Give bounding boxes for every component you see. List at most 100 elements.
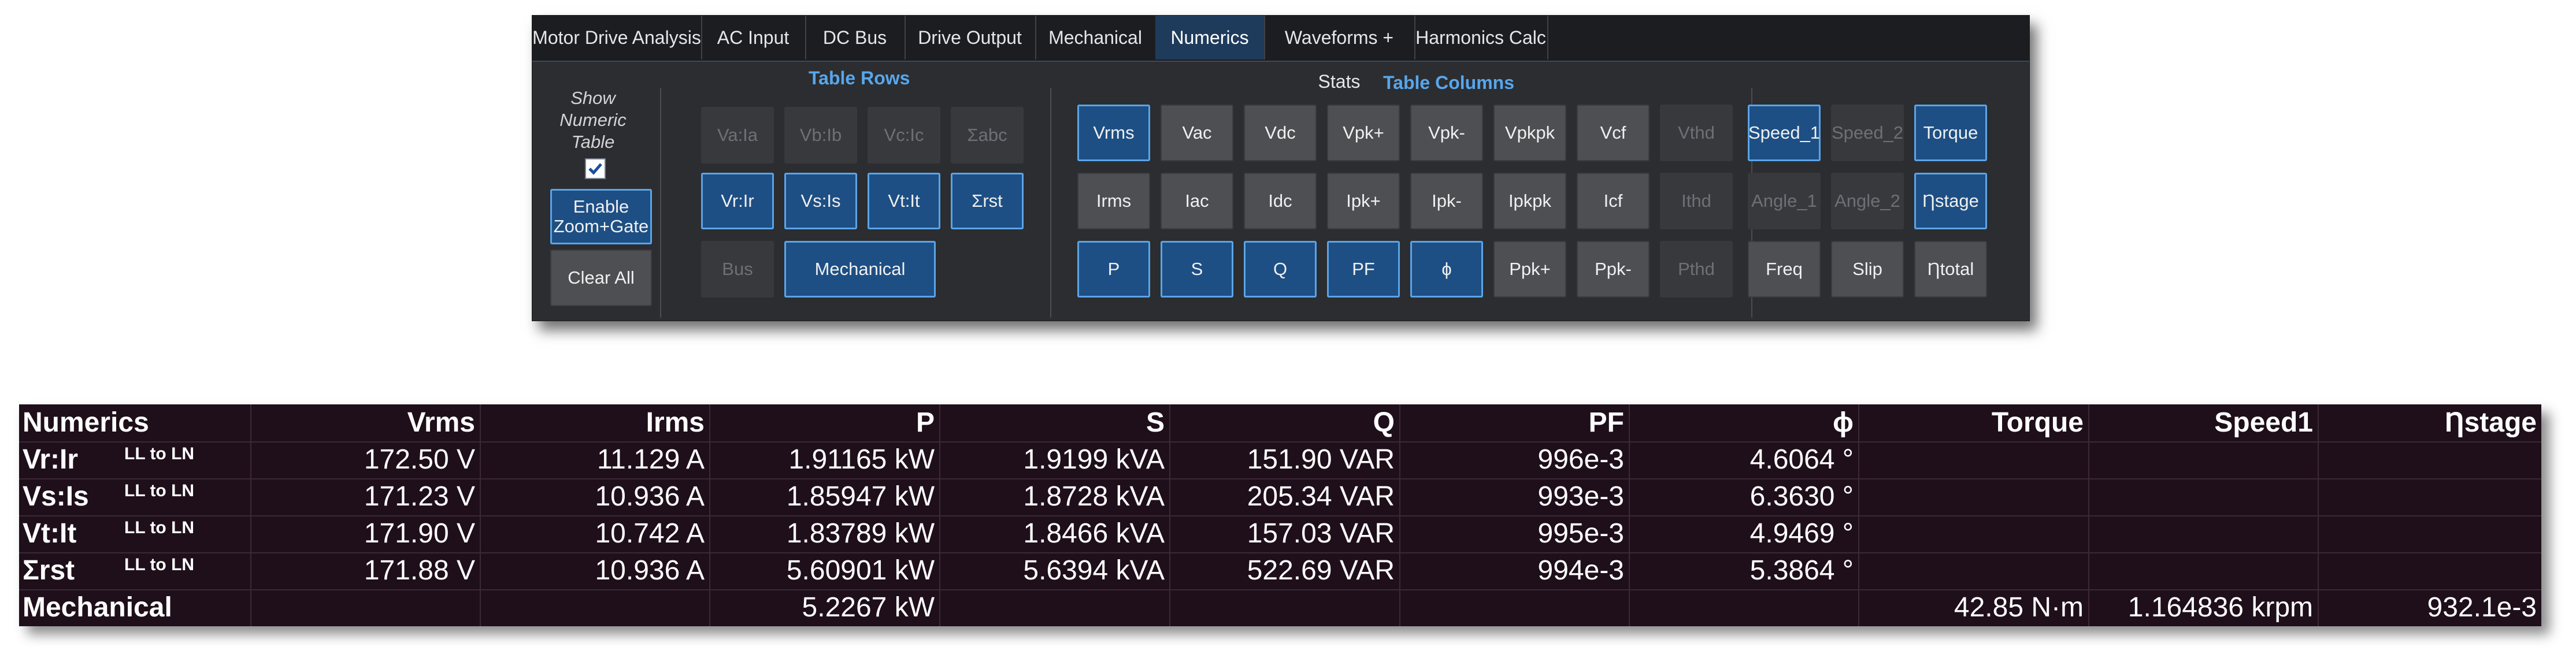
col-vcf-button[interactable]: Vcf — [1577, 105, 1650, 161]
table-cell — [1169, 589, 1399, 626]
table-cell: 157.03 VAR — [1247, 518, 1395, 549]
col-pf-button[interactable]: PF — [1327, 241, 1400, 298]
table-cell: 5.2267 kW — [802, 592, 935, 623]
table-cell: 5.60901 kW — [786, 555, 935, 586]
col-vthd-button[interactable]: Vthd — [1660, 105, 1733, 161]
table-row-label: Mechanical — [23, 589, 248, 626]
table-header-cell: ϕ — [1833, 407, 1854, 438]
tab-mechanical[interactable]: Mechanical — [1035, 16, 1157, 60]
col-angle-2-button[interactable]: Angle_2 — [1831, 173, 1904, 229]
table-cell: 42.85 N·m — [1954, 592, 2084, 623]
row-mechanical-button[interactable]: Mechanical — [784, 241, 936, 298]
tab-drive-output[interactable]: Drive Output — [905, 16, 1036, 60]
col-p-button[interactable]: P — [1077, 241, 1150, 298]
table-cell — [2318, 478, 2541, 515]
col-s-button[interactable]: S — [1161, 241, 1233, 298]
row-vr-ir-button[interactable]: Vr:Ir — [701, 173, 774, 229]
col-vrms-button[interactable]: Vrms — [1077, 105, 1150, 161]
show-numeric-label-3: Table — [571, 132, 615, 152]
table-cell — [480, 589, 709, 626]
numerics-control-panel: Motor Drive Analysis AC Input DC Bus Dri… — [532, 15, 2030, 321]
col-eta-total-button[interactable]: Ƞtotal — [1914, 241, 1987, 298]
col-q-button[interactable]: Q — [1244, 241, 1317, 298]
col-iac-button[interactable]: Iac — [1161, 173, 1233, 229]
tab-dc-bus[interactable]: DC Bus — [805, 16, 906, 60]
col-phi-button[interactable]: ϕ — [1410, 241, 1483, 298]
table-cell: 4.6064 ° — [1750, 444, 1854, 475]
divider-middle — [1050, 88, 1051, 318]
tab-motor-drive-analysis[interactable]: Motor Drive Analysis — [532, 16, 702, 60]
table-cell: 6.3630 ° — [1750, 481, 1854, 512]
col-icf-button[interactable]: Icf — [1577, 173, 1650, 229]
col-eta-stage-button[interactable]: Ƞstage — [1914, 173, 1987, 229]
col-vac-button[interactable]: Vac — [1161, 105, 1233, 161]
row-vs-is-button[interactable]: Vs:Is — [784, 173, 857, 229]
row-vt-it-button[interactable]: Vt:It — [868, 173, 940, 229]
tab-harmonics-calc[interactable]: Harmonics Calc — [1414, 16, 1548, 60]
table-cell: 5.6394 kVA — [1023, 555, 1165, 586]
table-cell — [2318, 515, 2541, 552]
show-numeric-table-checkbox[interactable] — [585, 158, 606, 179]
table-header-cell: PF — [1588, 407, 1624, 438]
tab-ac-input[interactable]: AC Input — [701, 16, 806, 60]
table-rows-title: Table Rows — [809, 68, 910, 88]
col-ipk-plus-button[interactable]: Ipk+ — [1327, 173, 1400, 229]
table-cell: 1.8728 kVA — [1023, 481, 1165, 512]
table-row-sublabel: LL to LN — [124, 518, 195, 537]
tab-waveforms-stats[interactable]: Waveforms + Stats — [1264, 16, 1415, 92]
table-cell — [2318, 441, 2541, 478]
col-idc-button[interactable]: Idc — [1244, 173, 1317, 229]
table-cell — [1629, 589, 1858, 626]
table-row-sublabel: LL to LN — [124, 481, 195, 500]
row-vb-ib-button[interactable]: Vb:Ib — [784, 107, 857, 163]
table-row-label-text: Vr:Ir — [23, 444, 79, 475]
tab-numerics[interactable]: Numerics — [1155, 16, 1265, 60]
col-slip-button[interactable]: Slip — [1831, 241, 1904, 298]
col-ppk-minus-button[interactable]: Ppk- — [1577, 241, 1650, 298]
table-cell — [1858, 441, 2088, 478]
checkmark-icon — [588, 163, 602, 175]
row-sigma-abc-button[interactable]: Σabc — [951, 107, 1024, 163]
row-bus-button[interactable]: Bus — [701, 241, 774, 298]
table-cell: 5.3864 ° — [1750, 555, 1854, 586]
enable-zoom-label-2: Zoom+Gate — [553, 216, 649, 236]
table-cell: 171.88 V — [364, 555, 475, 586]
col-pthd-button[interactable]: Pthd — [1660, 241, 1733, 298]
col-torque-button[interactable]: Torque — [1914, 105, 1987, 161]
enable-zoom-label-1: Enable — [573, 196, 629, 217]
divider-left — [660, 88, 661, 318]
col-ipkpk-button[interactable]: Ipkpk — [1493, 173, 1566, 229]
col-ithd-button[interactable]: Ithd — [1660, 173, 1733, 229]
col-vpk-minus-button[interactable]: Vpk- — [1410, 105, 1483, 161]
col-vpk-plus-button[interactable]: Vpk+ — [1327, 105, 1400, 161]
row-va-ia-button[interactable]: Va:Ia — [701, 107, 774, 163]
col-angle-1-button[interactable]: Angle_1 — [1748, 173, 1821, 229]
tab-bar: Motor Drive Analysis AC Input DC Bus Dri… — [532, 16, 2029, 92]
table-cell: 1.85947 kW — [786, 481, 935, 512]
table-header-cell: Ƞstage — [2444, 407, 2537, 438]
table-cell — [2088, 478, 2318, 515]
table-cell — [939, 589, 1169, 626]
col-ppk-plus-button[interactable]: Ppk+ — [1493, 241, 1566, 298]
numerics-table: Numerics Vrms Irms P S Q PF ϕ Torque Speed1 Ƞstage… — [19, 404, 2541, 626]
table-row-label-text: Vt:It — [23, 518, 77, 549]
row-sigma-rst-button[interactable]: Σrst — [951, 173, 1024, 229]
table-cell: 932.1e-3 — [2427, 592, 2537, 623]
enable-zoom-gate-button[interactable]: Enable Zoom+Gate — [550, 189, 652, 244]
table-cell: 996e-3 — [1537, 444, 1624, 475]
row-vc-ic-button[interactable]: Vc:Ic — [868, 107, 940, 163]
table-cell: 994e-3 — [1537, 555, 1624, 586]
clear-all-button[interactable]: Clear All — [550, 250, 652, 306]
table-cell — [2088, 515, 2318, 552]
col-irms-button[interactable]: Irms — [1077, 173, 1150, 229]
col-speed-2-button[interactable]: Speed_2 — [1831, 105, 1904, 161]
col-vdc-button[interactable]: Vdc — [1244, 105, 1317, 161]
table-cell: 1.8466 kVA — [1023, 518, 1165, 549]
col-speed-1-button[interactable]: Speed_1 — [1748, 105, 1821, 161]
table-header-cell: Vrms — [407, 407, 475, 438]
col-freq-button[interactable]: Freq — [1748, 241, 1821, 298]
col-vpkpk-button[interactable]: Vpkpk — [1493, 105, 1566, 161]
table-cell — [1858, 552, 2088, 589]
col-ipk-minus-button[interactable]: Ipk- — [1410, 173, 1483, 229]
table-cell: 995e-3 — [1537, 518, 1624, 549]
